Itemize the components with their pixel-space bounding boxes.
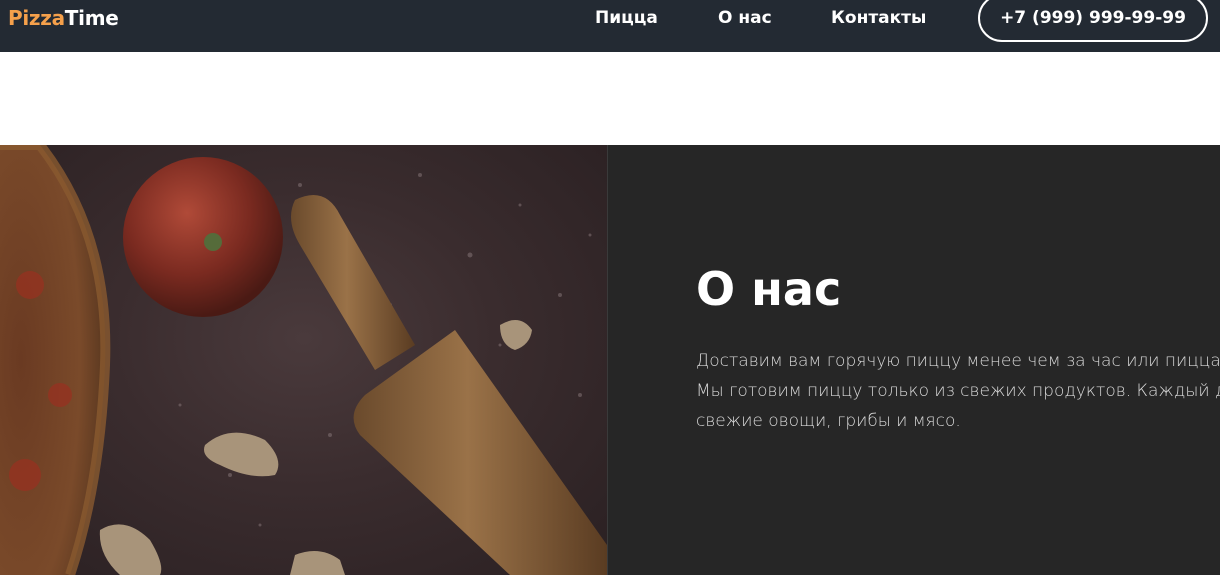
about-text: Доставим вам горячую пиццу менее чем за …	[696, 346, 1220, 436]
pizza-photo	[0, 145, 607, 575]
site-header: PizzaTime Пицца О нас Контакты +7 (999) …	[0, 0, 1220, 52]
section-divider	[607, 145, 608, 575]
nav-link-about[interactable]: О нас	[718, 8, 772, 28]
nav-link-pizza[interactable]: Пицца	[595, 8, 658, 28]
about-section: О нас Доставим вам горячую пиццу менее ч…	[0, 145, 1220, 575]
phone-button[interactable]: +7 (999) 999-99-99	[978, 0, 1208, 42]
about-title: О нас	[696, 262, 842, 316]
about-line-1: Доставим вам горячую пиццу менее чем за …	[696, 351, 1220, 371]
about-line-3: свежие овощи, грибы и мясо.	[696, 411, 961, 431]
logo[interactable]: PizzaTime	[8, 6, 119, 30]
about-line-2: Мы готовим пиццу только из свежих продук…	[696, 381, 1220, 401]
pizza-photo-illustration	[0, 145, 607, 575]
logo-rest: Time	[64, 6, 119, 30]
logo-accent: Pizza	[8, 6, 65, 30]
spacer	[0, 52, 1220, 145]
nav-link-contacts[interactable]: Контакты	[831, 8, 926, 28]
